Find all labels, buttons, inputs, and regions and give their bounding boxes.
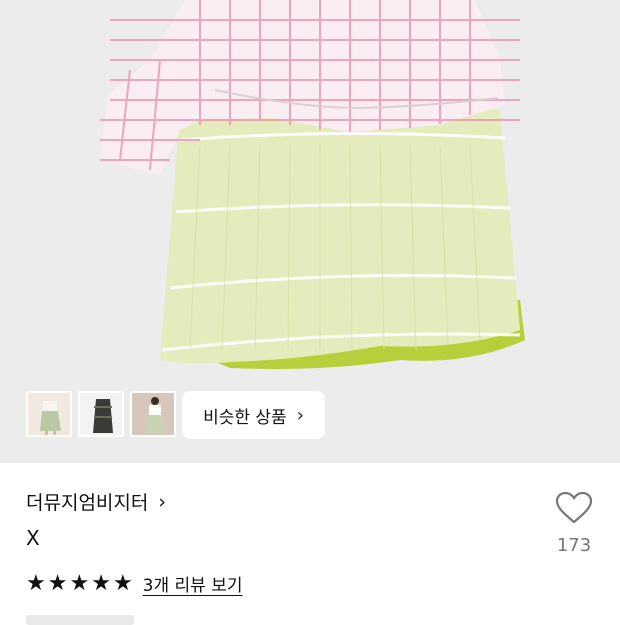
badge-placeholder bbox=[26, 615, 134, 625]
like-count: 173 bbox=[556, 535, 592, 556]
star-icon: ★ bbox=[47, 570, 68, 596]
product-name: X bbox=[26, 526, 40, 550]
star-icon: ★ bbox=[69, 570, 90, 596]
heart-icon bbox=[555, 491, 593, 524]
star-icon: ★ bbox=[112, 570, 133, 596]
chevron-right-icon: › bbox=[158, 490, 166, 513]
thumbnail-2[interactable] bbox=[78, 391, 124, 437]
brand-name: 더뮤지엄비지터 bbox=[26, 492, 149, 514]
star-rating: ★ ★ ★ ★ ★ bbox=[26, 570, 133, 596]
thumbnail-3[interactable] bbox=[130, 391, 176, 437]
product-info: 더뮤지엄비지터 › X 173 ★ ★ ★ ★ ★ 3개 리뷰 보기 bbox=[0, 463, 620, 625]
star-icon: ★ bbox=[91, 570, 111, 596]
brand-link[interactable]: 더뮤지엄비지터 › bbox=[26, 488, 166, 515]
like-button[interactable]: 173 bbox=[548, 491, 600, 556]
thumbnail-strip bbox=[26, 391, 176, 437]
similar-products-button[interactable]: 비슷한 상품 › bbox=[182, 391, 325, 439]
similar-products-label: 비슷한 상품 bbox=[203, 407, 287, 428]
thumbnail-1[interactable] bbox=[26, 391, 72, 437]
star-icon: ★ bbox=[26, 570, 46, 596]
product-image-area[interactable]: 비슷한 상품 › bbox=[0, 0, 620, 463]
chevron-right-icon: › bbox=[296, 404, 304, 426]
rating-row: ★ ★ ★ ★ ★ 3개 리뷰 보기 bbox=[26, 571, 243, 596]
review-link[interactable]: 3개 리뷰 보기 bbox=[143, 571, 243, 596]
